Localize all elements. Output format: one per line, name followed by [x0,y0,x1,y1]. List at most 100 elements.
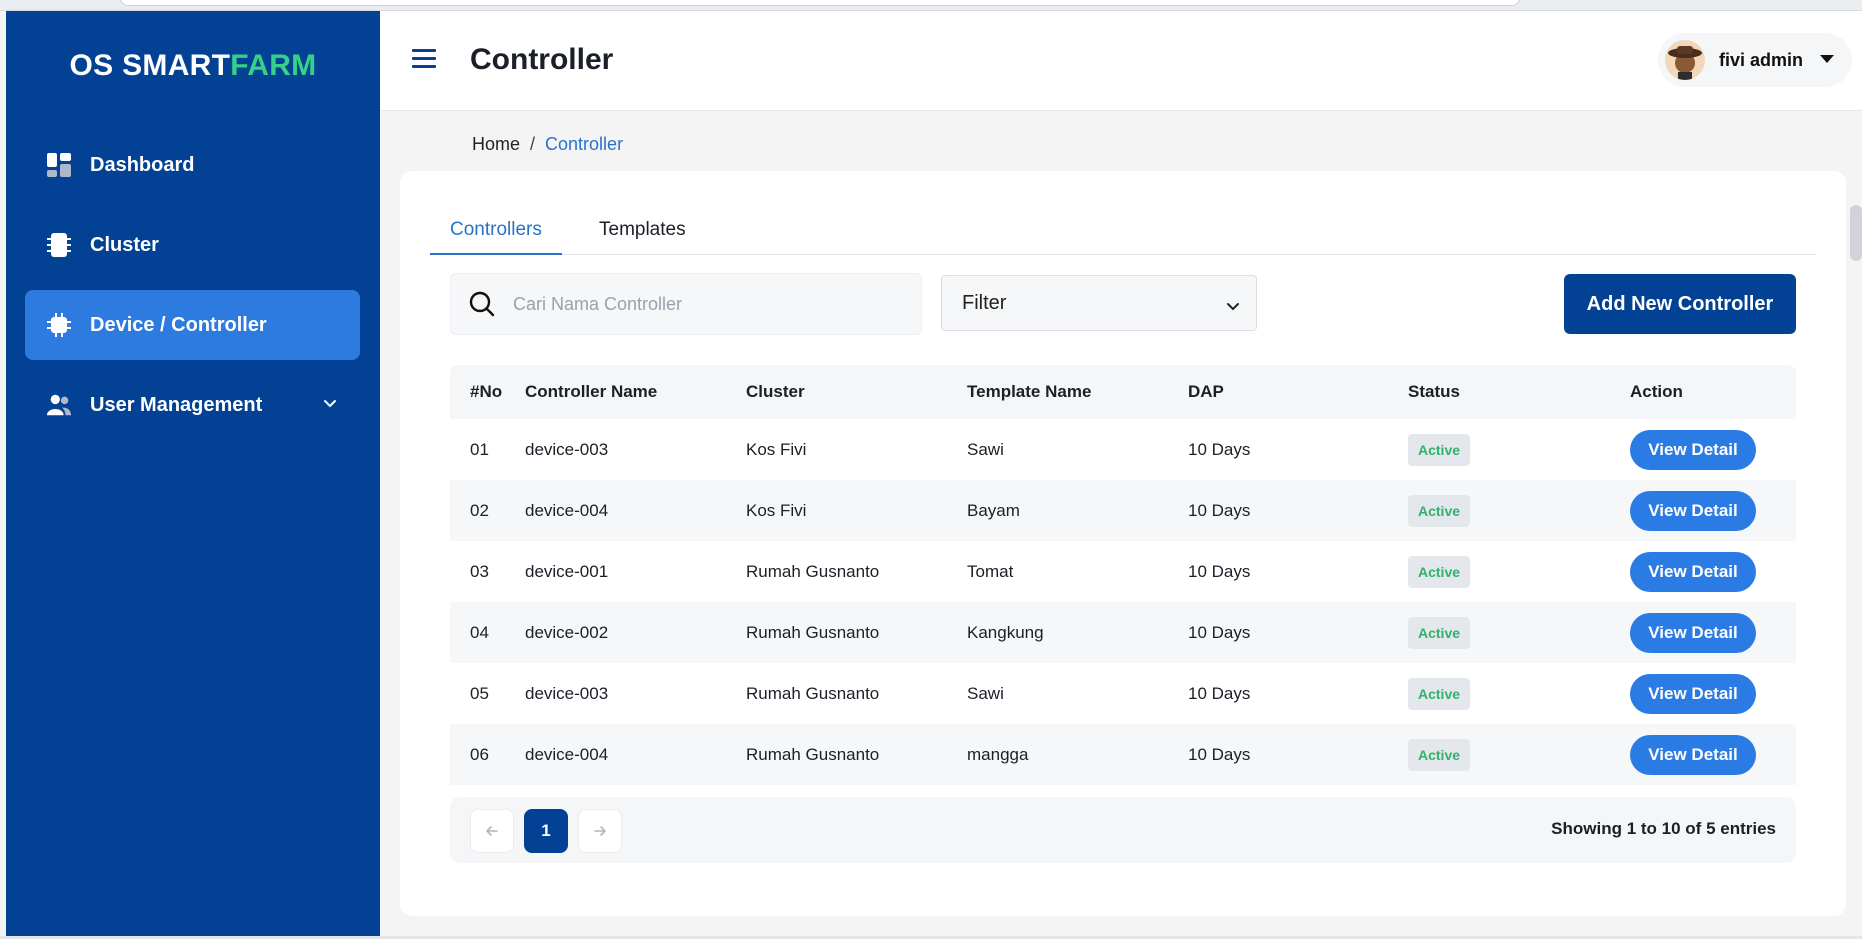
user-menu[interactable]: fivi admin [1658,33,1852,87]
content-card: Controllers Templates Filter Add New Con… [400,171,1846,916]
column-header-dap: DAP [1188,382,1224,401]
cell-template-name: Tomat [967,561,1014,581]
tab-controllers[interactable]: Controllers [430,215,562,255]
status-badge: Active [1408,677,1471,710]
caret-down-icon[interactable] [1820,55,1834,63]
brand-logo[interactable]: OS SMARTFARM [6,49,380,83]
cell-controller-name: device-002 [525,622,609,642]
filter-label: Filter [962,291,1007,314]
chevron-down-icon [1226,296,1240,319]
sidebar-item-label: Dashboard [90,153,195,176]
brand-accent: FARM [230,49,317,82]
pagination: 1 Showing 1 to 10 of 5 entries [450,797,1796,863]
sidebar-item-user-management[interactable]: User Management [25,370,360,440]
cell-cluster: Kos Fivi [746,439,807,459]
column-header-no: #No [470,382,503,401]
cell-dap: 10 Days [1188,622,1251,642]
breadcrumb-home[interactable]: Home [472,134,520,154]
add-new-controller-button[interactable]: Add New Controller [1564,274,1796,334]
table-header: #No Controller Name Cluster Template Nam… [450,365,1796,419]
page-title: Controller [470,43,614,76]
cell-dap: 10 Days [1188,439,1251,459]
arrow-left-icon[interactable] [470,809,514,853]
sidebar: OS SMARTFARM Dashboard Cluster Device / … [6,11,380,937]
filter-select[interactable]: Filter [941,275,1257,331]
status-badge: Active [1408,433,1471,466]
sidebar-item-dashboard[interactable]: Dashboard [25,130,360,200]
table-row: 05 device-003 Rumah Gusnanto Sawi 10 Day… [450,663,1796,724]
view-detail-button[interactable]: View Detail [1630,490,1756,531]
status-badge: Active [1408,494,1471,527]
cell-controller-name: device-001 [525,561,609,581]
cell-cluster: Kos Fivi [746,500,807,520]
breadcrumb-separator: / [530,134,536,154]
cell-cluster: Rumah Gusnanto [746,683,880,703]
view-detail-button[interactable]: View Detail [1630,673,1756,714]
dashboard-icon [46,151,72,179]
cell-controller-name: device-003 [525,683,609,703]
view-detail-button[interactable]: View Detail [1630,551,1756,592]
table-row: 06 device-004 Rumah Gusnanto mangga 10 D… [450,724,1796,785]
cell-no: 05 [470,683,489,703]
arrow-right-icon[interactable] [578,809,622,853]
sidebar-item-label: User Management [90,393,263,416]
controllers-table: #No Controller Name Cluster Template Nam… [450,365,1796,785]
column-header-template-name: Template Name [967,382,1092,401]
cell-dap: 10 Days [1188,744,1251,764]
cell-cluster: Rumah Gusnanto [746,561,880,581]
column-header-cluster: Cluster [746,382,805,401]
pagination-summary: Showing 1 to 10 of 5 entries [1551,819,1776,838]
breadcrumb-current: Controller [545,134,624,154]
cell-template-name: Sawi [967,439,1004,459]
hamburger-menu-icon[interactable] [412,49,436,69]
search-box[interactable] [450,273,922,335]
page-scrollbar[interactable] [1850,205,1862,261]
cell-no: 04 [470,622,489,642]
top-header: Controller fivi admin [380,11,1862,111]
table-row: 01 device-003 Kos Fivi Sawi 10 Days Acti… [450,419,1796,480]
column-header-controller-name: Controller Name [525,382,658,401]
cell-dap: 10 Days [1188,683,1251,703]
cluster-icon [46,231,72,259]
cell-controller-name: device-003 [525,439,609,459]
tab-bar: Controllers Templates [430,215,1816,255]
page-button-current[interactable]: 1 [524,809,568,853]
cell-cluster: Rumah Gusnanto [746,622,880,642]
view-detail-button[interactable]: View Detail [1630,429,1756,470]
sidebar-item-label: Device / Controller [90,313,267,336]
search-input[interactable] [513,293,893,315]
cell-controller-name: device-004 [525,500,609,520]
cell-template-name: mangga [967,744,1029,764]
browser-top-strip [0,0,1862,11]
status-badge: Active [1408,616,1471,649]
tab-templates[interactable]: Templates [579,215,706,255]
status-badge: Active [1408,738,1471,771]
cell-dap: 10 Days [1188,561,1251,581]
view-detail-button[interactable]: View Detail [1630,734,1756,775]
table-row: 02 device-004 Kos Fivi Bayam 10 Days Act… [450,480,1796,541]
browser-url-bar [120,0,1520,6]
table-row: 03 device-001 Rumah Gusnanto Tomat 10 Da… [450,541,1796,602]
user-name: fivi admin [1719,49,1804,70]
chip-icon [46,311,72,339]
cell-controller-name: device-004 [525,744,609,764]
brand-prefix: OS SMART [69,49,231,82]
cell-no: 01 [470,439,489,459]
view-detail-button[interactable]: View Detail [1630,612,1756,653]
sidebar-item-cluster[interactable]: Cluster [25,210,360,280]
column-header-action: Action [1630,382,1683,401]
cell-dap: 10 Days [1188,500,1251,520]
chevron-down-icon[interactable] [322,394,338,417]
sidebar-item-device-controller[interactable]: Device / Controller [25,290,360,360]
sidebar-item-label: Cluster [90,233,159,256]
cell-cluster: Rumah Gusnanto [746,744,880,764]
status-badge: Active [1408,555,1471,588]
avatar [1665,40,1705,80]
table-row: 04 device-002 Rumah Gusnanto Kangkung 10… [450,602,1796,663]
cell-no: 03 [470,561,489,581]
cell-template-name: Sawi [967,683,1004,703]
search-icon [469,291,495,317]
cell-template-name: Kangkung [967,622,1044,642]
users-icon [46,391,72,419]
column-header-status: Status [1408,382,1460,401]
